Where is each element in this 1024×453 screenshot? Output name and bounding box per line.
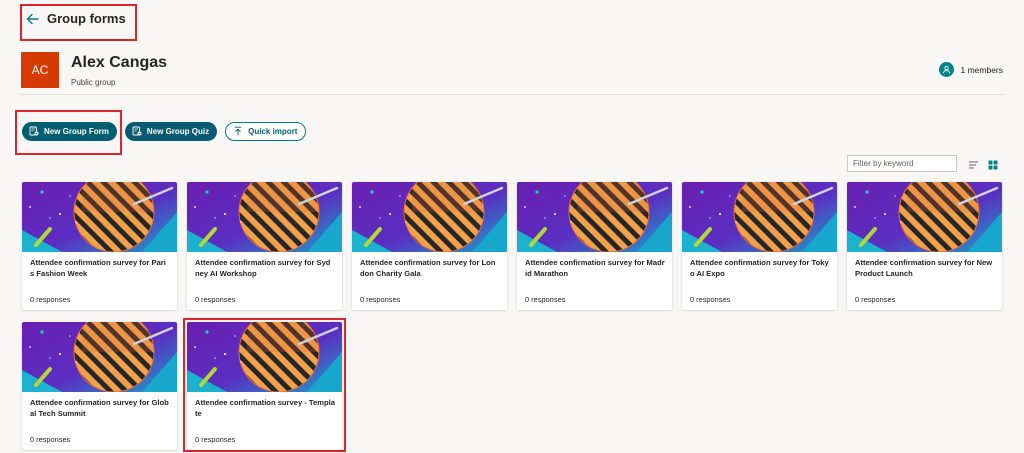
form-card-responses: 0 responses (360, 295, 401, 304)
form-cover-image (187, 182, 342, 252)
form-card[interactable]: Attendee confirmation survey for Paris F… (22, 182, 177, 310)
quick-import-button[interactable]: Quick import (225, 122, 307, 141)
group-name: Alex Cangas (71, 54, 168, 71)
form-card-responses: 0 responses (690, 295, 731, 304)
form-card[interactable]: Attendee confirmation survey for Sydney … (187, 182, 342, 310)
form-card-title: Attendee confirmation survey for Global … (30, 398, 169, 418)
form-card-responses: 0 responses (195, 295, 236, 304)
group-type: Public group (71, 78, 116, 87)
action-row: New Group Form New Group Quiz Quick impo… (22, 122, 307, 141)
form-cover-image (187, 322, 342, 392)
form-card[interactable]: Attendee confirmation survey for New Pro… (847, 182, 1002, 310)
group-avatar: AC (21, 52, 59, 88)
form-card-responses: 0 responses (30, 435, 71, 444)
form-cover-image (517, 182, 672, 252)
quiz-add-icon (132, 126, 142, 138)
form-card[interactable]: Attendee confirmation survey - Template 0… (187, 322, 342, 450)
members-button[interactable]: 1 members (939, 62, 1003, 77)
group-header: AC Alex Cangas Public group 1 members (21, 52, 1006, 95)
topbar: Group forms (26, 11, 126, 26)
form-cover-image (682, 182, 837, 252)
filter-input[interactable]: Filter by keyword (847, 155, 957, 172)
new-group-quiz-button[interactable]: New Group Quiz (124, 122, 218, 141)
form-cover-image (352, 182, 507, 252)
new-group-form-label: New Group Form (44, 127, 109, 136)
upload-icon (233, 126, 243, 138)
new-group-form-button[interactable]: New Group Form (22, 122, 117, 141)
list-view-icon[interactable] (968, 157, 979, 175)
back-arrow-icon[interactable] (26, 13, 39, 25)
form-card-title: Attendee confirmation survey for Tokyo A… (690, 258, 829, 278)
form-card-title: Attendee confirmation survey - Template (195, 398, 335, 418)
form-cover-image (847, 182, 1002, 252)
page-title: Group forms (47, 11, 126, 26)
form-card[interactable]: Attendee confirmation survey for Tokyo A… (682, 182, 837, 310)
form-card[interactable]: Attendee confirmation survey for London … (352, 182, 507, 310)
form-card[interactable]: Attendee confirmation survey for Global … (22, 322, 177, 450)
form-card[interactable]: Attendee confirmation survey for Madrid … (517, 182, 672, 310)
form-card-responses: 0 responses (525, 295, 566, 304)
form-card-responses: 0 responses (195, 435, 236, 444)
form-card-responses: 0 responses (855, 295, 896, 304)
forms-grid: Attendee confirmation survey for Paris F… (22, 182, 1002, 453)
new-group-quiz-label: New Group Quiz (146, 127, 210, 136)
form-card-title: Attendee confirmation survey for London … (360, 258, 496, 278)
form-card-title: Attendee confirmation survey for Sydney … (195, 258, 331, 278)
grid-view-icon[interactable] (988, 157, 998, 175)
quick-import-label: Quick import (248, 127, 298, 136)
form-card-title: Attendee confirmation survey for Paris F… (30, 258, 166, 278)
person-icon (939, 62, 955, 77)
form-cover-image (22, 322, 177, 392)
form-card-responses: 0 responses (30, 295, 71, 304)
form-cover-image (22, 182, 177, 252)
form-add-icon (29, 126, 39, 138)
members-count: 1 members (960, 64, 1003, 75)
form-card-title: Attendee confirmation survey for Madrid … (525, 258, 665, 278)
form-card-title: Attendee confirmation survey for New Pro… (855, 258, 993, 278)
